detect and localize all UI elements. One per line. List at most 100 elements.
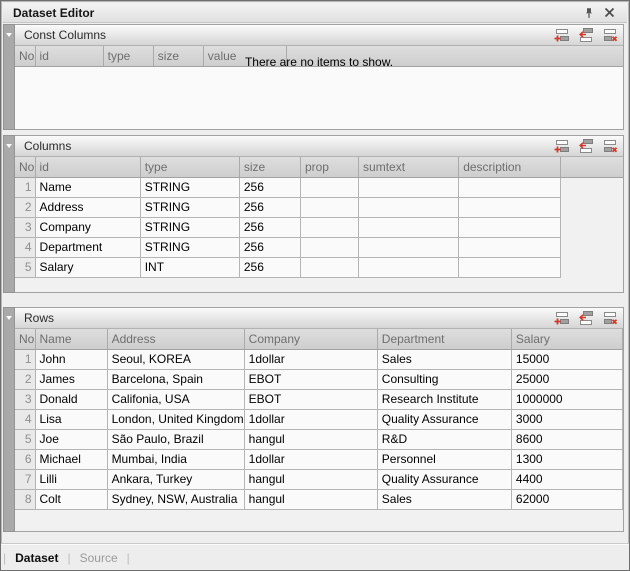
cell[interactable]: [459, 217, 561, 237]
cell[interactable]: Seoul, KOREA: [107, 349, 244, 369]
cell[interactable]: Sales: [377, 349, 511, 369]
cell[interactable]: James: [35, 369, 107, 389]
add-row-button[interactable]: [553, 27, 570, 43]
cell[interactable]: 256: [239, 197, 300, 217]
column-header-type[interactable]: type: [140, 157, 239, 177]
row-number-cell[interactable]: 8: [15, 489, 35, 509]
cell[interactable]: Lilli: [35, 469, 107, 489]
column-header-name[interactable]: Name: [35, 329, 107, 349]
cell[interactable]: Address: [35, 197, 140, 217]
cell[interactable]: 1000000: [511, 389, 622, 409]
cell[interactable]: Company: [35, 217, 140, 237]
cell[interactable]: [359, 197, 459, 217]
cell[interactable]: Donald: [35, 389, 107, 409]
row-number-cell[interactable]: 2: [15, 369, 35, 389]
cell[interactable]: Colt: [35, 489, 107, 509]
column-header-salary[interactable]: Salary: [511, 329, 622, 349]
cell[interactable]: Lisa: [35, 409, 107, 429]
delete-row-button[interactable]: [601, 138, 618, 154]
add-row-button[interactable]: [553, 138, 570, 154]
delete-row-button[interactable]: [601, 27, 618, 43]
cell[interactable]: Quality Assurance: [377, 409, 511, 429]
cell[interactable]: Sales: [377, 489, 511, 509]
cell[interactable]: R&D: [377, 429, 511, 449]
cell[interactable]: 4400: [511, 469, 622, 489]
column-header-description[interactable]: description: [459, 157, 561, 177]
column-header-no[interactable]: No: [15, 329, 35, 349]
row-number-cell[interactable]: 5: [15, 429, 35, 449]
cell[interactable]: STRING: [140, 177, 239, 197]
row-number-cell[interactable]: 4: [15, 237, 35, 257]
cell[interactable]: Quality Assurance: [377, 469, 511, 489]
cell[interactable]: [359, 177, 459, 197]
cell[interactable]: Joe: [35, 429, 107, 449]
cell[interactable]: hangul: [244, 429, 377, 449]
column-header-company[interactable]: Company: [244, 329, 377, 349]
cell[interactable]: [359, 217, 459, 237]
insert-row-button[interactable]: [577, 27, 594, 43]
cell[interactable]: hangul: [244, 489, 377, 509]
cell[interactable]: [359, 257, 459, 277]
cell[interactable]: Califonia, USA: [107, 389, 244, 409]
pin-button[interactable]: [579, 5, 599, 21]
cell[interactable]: [300, 257, 358, 277]
collapse-button[interactable]: [4, 25, 14, 44]
cell[interactable]: [459, 177, 561, 197]
tab-dataset[interactable]: Dataset: [6, 551, 67, 565]
cell[interactable]: STRING: [140, 217, 239, 237]
column-header-department[interactable]: Department: [377, 329, 511, 349]
close-button[interactable]: [599, 5, 619, 21]
column-header-id[interactable]: id: [35, 157, 140, 177]
cell[interactable]: São Paulo, Brazil: [107, 429, 244, 449]
collapse-button[interactable]: [4, 136, 14, 155]
row-number-cell[interactable]: 1: [15, 349, 35, 369]
add-row-button[interactable]: [553, 310, 570, 326]
delete-row-button[interactable]: [601, 310, 618, 326]
cell[interactable]: hangul: [244, 469, 377, 489]
cell[interactable]: [359, 237, 459, 257]
row-number-cell[interactable]: 3: [15, 217, 35, 237]
tab-source[interactable]: Source: [71, 551, 127, 565]
column-header-sumtext[interactable]: sumtext: [359, 157, 459, 177]
cell[interactable]: EBOT: [244, 369, 377, 389]
cell[interactable]: STRING: [140, 197, 239, 217]
cell[interactable]: [300, 177, 358, 197]
collapse-button[interactable]: [4, 308, 14, 327]
cell[interactable]: [300, 197, 358, 217]
cell[interactable]: Mumbai, India: [107, 449, 244, 469]
cell[interactable]: 256: [239, 257, 300, 277]
cell[interactable]: Personnel: [377, 449, 511, 469]
cell[interactable]: Barcelona, Spain: [107, 369, 244, 389]
column-header-prop[interactable]: prop: [300, 157, 358, 177]
cell[interactable]: Salary: [35, 257, 140, 277]
cell[interactable]: INT: [140, 257, 239, 277]
row-number-cell[interactable]: 7: [15, 469, 35, 489]
column-header-no[interactable]: No: [15, 157, 35, 177]
row-number-cell[interactable]: 1: [15, 177, 35, 197]
cell[interactable]: 25000: [511, 369, 622, 389]
row-number-cell[interactable]: 4: [15, 409, 35, 429]
cell[interactable]: 256: [239, 177, 300, 197]
cell[interactable]: 256: [239, 217, 300, 237]
cell[interactable]: 1300: [511, 449, 622, 469]
cell[interactable]: John: [35, 349, 107, 369]
cell[interactable]: [300, 217, 358, 237]
cell[interactable]: [459, 197, 561, 217]
insert-row-button[interactable]: [577, 310, 594, 326]
row-number-cell[interactable]: 5: [15, 257, 35, 277]
row-number-cell[interactable]: 3: [15, 389, 35, 409]
cell[interactable]: 8600: [511, 429, 622, 449]
cell[interactable]: Name: [35, 177, 140, 197]
cell[interactable]: Sydney, NSW, Australia: [107, 489, 244, 509]
row-number-cell[interactable]: 2: [15, 197, 35, 217]
cell[interactable]: 3000: [511, 409, 622, 429]
column-header-address[interactable]: Address: [107, 329, 244, 349]
cell[interactable]: [300, 237, 358, 257]
cell[interactable]: [459, 257, 561, 277]
cell[interactable]: [459, 237, 561, 257]
cell[interactable]: Consulting: [377, 369, 511, 389]
cell[interactable]: Department: [35, 237, 140, 257]
cell[interactable]: 62000: [511, 489, 622, 509]
cell[interactable]: 1dollar: [244, 409, 377, 429]
cell[interactable]: 1dollar: [244, 349, 377, 369]
